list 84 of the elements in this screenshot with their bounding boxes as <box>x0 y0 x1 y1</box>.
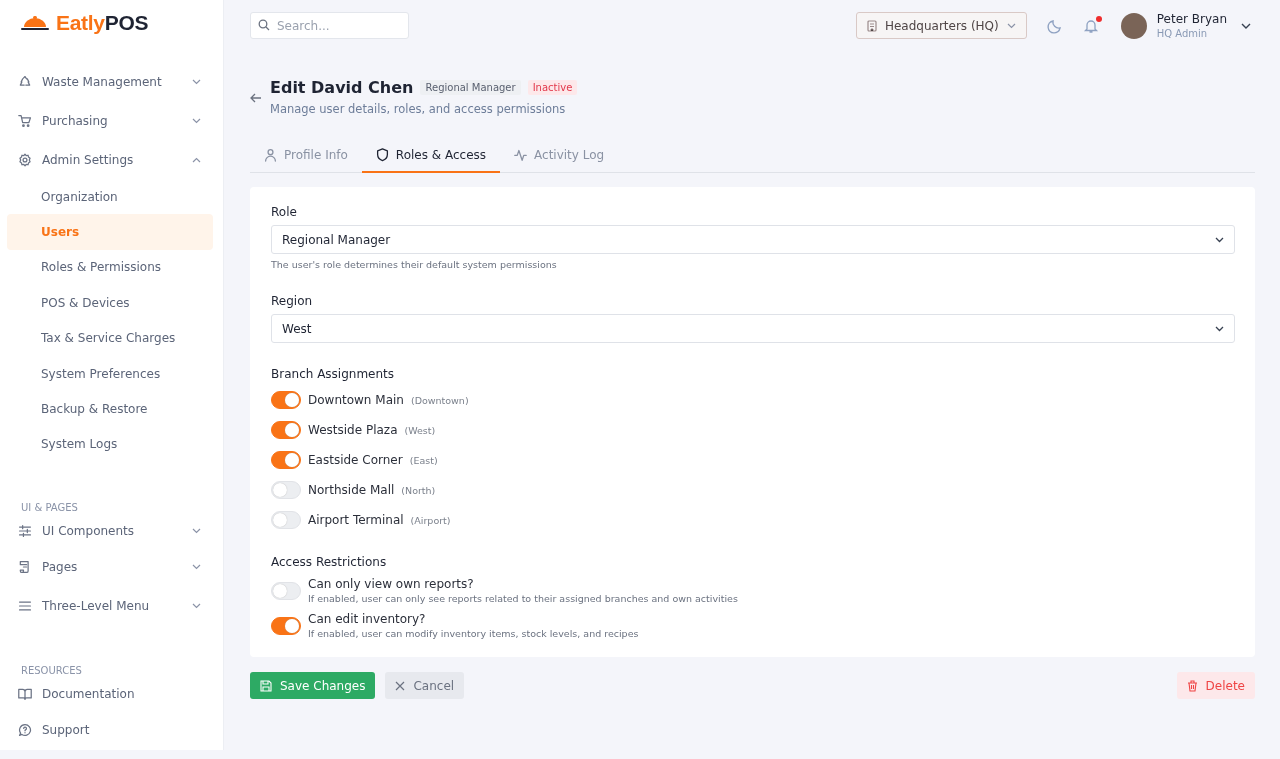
branch-selector[interactable]: Headquarters (HQ) <box>855 12 1027 39</box>
search-field[interactable]: Search... <box>250 12 409 39</box>
chevron-down-icon <box>1215 236 1224 243</box>
gear-icon <box>18 152 32 167</box>
group-heading: Branch Assignments <box>271 367 396 381</box>
user-name: Peter Bryan <box>1156 12 1227 26</box>
field-label: Region <box>271 294 314 308</box>
branch-name: Downtown Main <box>308 393 404 407</box>
submenu-item[interactable]: System Logs <box>7 426 213 463</box>
cloche-logo-icon <box>20 15 50 31</box>
cart-icon <box>18 113 32 128</box>
group-heading: Access Restrictions <box>271 555 388 569</box>
chevron-down-icon <box>1006 22 1016 29</box>
moon-icon[interactable] <box>1046 17 1063 34</box>
nav-item[interactable]: Support <box>7 710 213 750</box>
shield-icon <box>375 148 389 162</box>
nav-item[interactable]: Admin Settings <box>7 140 213 179</box>
toggle-switch[interactable] <box>271 451 301 469</box>
chevron-down-icon[interactable] <box>1241 22 1251 29</box>
restriction-label: Can edit inventory? <box>308 612 427 626</box>
chevron-down-icon <box>192 78 201 85</box>
chevron-down-icon <box>192 117 201 124</box>
building-icon <box>866 19 877 32</box>
field-label: Role <box>271 205 298 219</box>
submenu-item[interactable]: Roles & Permissions <box>7 249 213 286</box>
sliders-icon <box>18 524 32 539</box>
tab[interactable]: Roles & Access <box>361 139 501 173</box>
branch-region: (Airport) <box>410 514 451 526</box>
page-title: Edit David Chen <box>270 78 414 97</box>
help-text: If enabled, user can only see reports related to their assigned branches and own activities <box>308 593 738 604</box>
nav-item[interactable]: Pages <box>7 547 213 587</box>
role-badge: Regional Manager <box>420 80 521 95</box>
chevron-up-icon <box>192 156 201 163</box>
restriction-label: Can only view own reports? <box>308 577 475 591</box>
submenu-item[interactable]: System Preferences <box>7 355 213 392</box>
back-arrow-icon[interactable] <box>250 93 262 103</box>
nav-item[interactable]: Documentation <box>7 678 213 711</box>
role-select[interactable]: Regional Manager <box>271 225 1235 254</box>
trash-icon <box>1186 679 1198 692</box>
submenu-item[interactable]: Organization <box>7 179 213 215</box>
branch-name: Northside Mall <box>308 483 395 497</box>
toggle-switch[interactable] <box>271 421 301 439</box>
branch-name: Airport Terminal <box>308 513 404 527</box>
submenu-item[interactable]: Backup & Restore <box>7 391 213 427</box>
chevron-down-icon <box>1215 325 1224 332</box>
branch-region: (North) <box>401 484 436 496</box>
submenu-item[interactable]: Tax & Service Charges <box>7 320 213 356</box>
submenu-item[interactable]: POS & Devices <box>7 285 213 321</box>
help-text: The user's role determines their default system permissions <box>271 259 558 270</box>
section-heading: RESOURCES <box>20 664 83 677</box>
status-badge: Inactive <box>527 80 578 95</box>
branch-name: Eastside Corner <box>308 453 403 467</box>
branch-name: Westside Plaza <box>308 423 398 437</box>
close-icon <box>395 680 406 691</box>
avatar[interactable] <box>1120 12 1147 39</box>
brand-name: EatlyPOS <box>56 11 149 35</box>
help-chat-icon <box>18 722 32 737</box>
menu-icon <box>18 598 32 613</box>
chevron-down-icon <box>192 563 201 570</box>
branch-region: (East) <box>409 454 438 466</box>
nav-item[interactable]: Purchasing <box>7 101 213 140</box>
nav-item[interactable]: UI Components <box>7 515 213 548</box>
branch-region: (Downtown) <box>410 394 469 406</box>
help-text: If enabled, user can modify inventory items, stock levels, and recipes <box>308 628 639 639</box>
chevron-down-icon <box>192 602 201 609</box>
nav-item[interactable]: Three-Level Menu <box>7 586 213 626</box>
user-role: HQ Admin <box>1156 28 1209 39</box>
unread-dot <box>1095 15 1102 22</box>
section-heading: UI & PAGES <box>20 501 79 514</box>
pulse-icon <box>514 148 528 162</box>
book-icon <box>18 687 32 702</box>
cancel-button[interactable]: Cancel <box>385 672 465 699</box>
chevron-down-icon <box>192 528 201 535</box>
branch-region: (West) <box>404 424 436 436</box>
search-icon <box>258 19 270 31</box>
page-subtitle: Manage user details, roles, and access permissions <box>270 102 567 116</box>
region-select[interactable]: West <box>271 314 1235 343</box>
bell-icon <box>1082 17 1099 34</box>
toggle-switch[interactable] <box>271 391 301 409</box>
toggle-switch[interactable] <box>271 616 301 635</box>
person-icon <box>264 148 277 162</box>
nav-item[interactable]: Waste Management <box>7 62 213 101</box>
delete-button[interactable]: Delete <box>1176 672 1255 699</box>
notification-bell[interactable] <box>1082 17 1099 34</box>
